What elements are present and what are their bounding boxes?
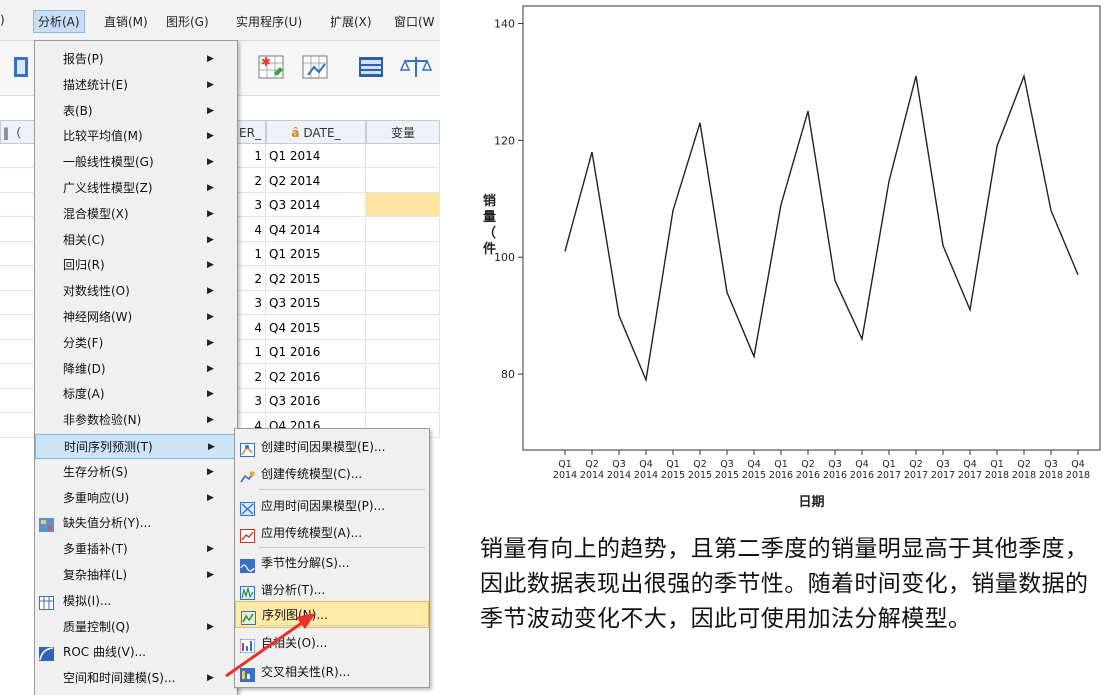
- y-tick-label: 80: [501, 368, 515, 381]
- y-tick-label: 140: [494, 18, 515, 31]
- x-tick-label-quarter: Q4: [855, 459, 869, 470]
- x-tick-label-quarter: Q1: [666, 459, 680, 470]
- x-tick-label-quarter: Q2: [909, 459, 923, 470]
- x-tick-label-year: 2017: [931, 470, 955, 481]
- x-tick-label-quarter: Q2: [693, 459, 707, 470]
- x-tick-label-year: 2016: [850, 470, 874, 481]
- caption-text: 销量有向上的趋势，且第二季度的销量明显高于其他季度，因此数据表现出很强的季节性。…: [480, 536, 1089, 632]
- x-tick-label-year: 2016: [796, 470, 820, 481]
- pointer-arrow: [225, 613, 316, 678]
- x-tick-label-year: 2016: [823, 470, 847, 481]
- x-tick-label-quarter: Q4: [1071, 459, 1085, 470]
- x-tick-label-year: 2015: [715, 470, 739, 481]
- y-axis-label: 销量（件: [483, 193, 496, 257]
- x-tick-label-year: 2017: [877, 470, 901, 481]
- x-tick-label-quarter: Q3: [720, 459, 734, 470]
- x-tick-label-quarter: Q3: [828, 459, 842, 470]
- x-tick-label-year: 2018: [1039, 470, 1063, 481]
- x-tick-label-quarter: Q3: [612, 459, 626, 470]
- x-tick-label-year: 2014: [634, 470, 658, 481]
- x-tick-label-year: 2014: [580, 470, 604, 481]
- x-tick-label-year: 2015: [742, 470, 766, 481]
- x-tick-label-quarter: Q1: [774, 459, 788, 470]
- x-tick-label-quarter: Q1: [882, 459, 896, 470]
- x-tick-label-quarter: Q1: [990, 459, 1004, 470]
- x-tick-label-year: 2017: [904, 470, 928, 481]
- x-tick-label-year: 2014: [553, 470, 577, 481]
- x-tick-label-quarter: Q4: [963, 459, 977, 470]
- chart-svg: 80100120140Q12014Q22014Q32014Q42014Q1201…: [483, 5, 1101, 510]
- y-tick-label: 100: [494, 251, 515, 264]
- x-tick-label-quarter: Q3: [936, 459, 950, 470]
- x-tick-label-quarter: Q4: [747, 459, 761, 470]
- x-axis-label: 日期: [798, 495, 824, 510]
- x-tick-label-year: 2015: [688, 470, 712, 481]
- x-tick-label-quarter: Q4: [639, 459, 653, 470]
- y-tick-label: 120: [494, 134, 515, 147]
- spss-window: ) 分析(A) 直销(M) 图形(G) 实用程序(U) 扩展(X) 窗口(W ✱…: [0, 0, 440, 695]
- x-tick-label-year: 2015: [661, 470, 685, 481]
- sequence-chart: 80 100 120 140 Q1 2014 Q2 2014 Q3 2014 Q4 2014 Q1 201…: [455, 0, 1119, 520]
- x-tick-label-quarter: Q1: [558, 459, 572, 470]
- plot-frame: [522, 5, 1101, 451]
- x-tick-label-year: 2018: [1012, 470, 1036, 481]
- x-tick-label-quarter: Q2: [1017, 459, 1031, 470]
- x-tick-label-quarter: Q2: [801, 459, 815, 470]
- x-tick-label-quarter: Q3: [1044, 459, 1058, 470]
- x-tick-label-year: 2017: [958, 470, 982, 481]
- x-tick-label-year: 2018: [985, 470, 1009, 481]
- x-tick-label-year: 2016: [769, 470, 793, 481]
- x-tick-label-year: 2014: [607, 470, 631, 481]
- x-tick-label-year: 2018: [1066, 470, 1090, 481]
- x-tick-label-quarter: Q2: [585, 459, 599, 470]
